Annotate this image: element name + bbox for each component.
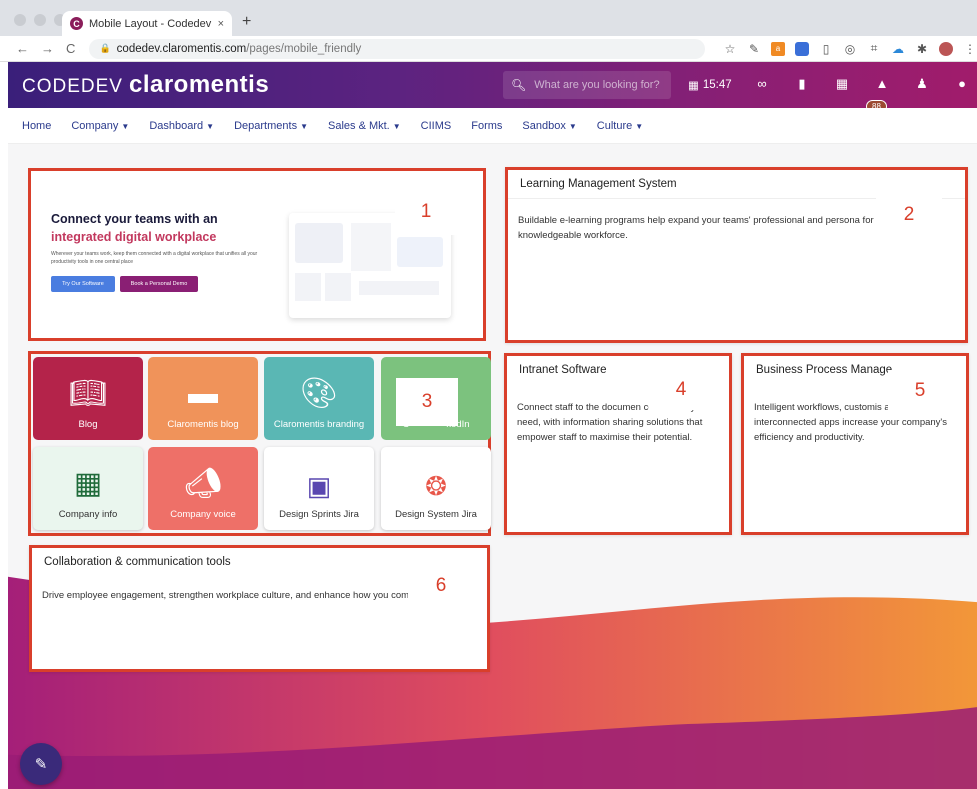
search-input[interactable] [534, 79, 665, 91]
intranet-card[interactable]: Intranet Software Connect staff to the d… [504, 353, 732, 535]
puzzle-icon[interactable]: ✱ [915, 42, 929, 56]
browser-tab[interactable]: C Mobile Layout - Codedev Claro × [62, 11, 232, 36]
menu-item-dashboard[interactable]: Dashboard ▼ [149, 120, 214, 132]
browser-tab-strip: C Mobile Layout - Codedev Claro × + [0, 0, 977, 36]
menu-item-culture[interactable]: Culture ▼ [597, 120, 643, 132]
star-icon[interactable]: ☆ [723, 42, 737, 56]
hero-heading: Connect your teams with an integrated dig… [51, 212, 218, 244]
annotation-number: 1 [395, 189, 457, 235]
quick-links-grid: 3 📖︎ Blog ▬ Claromentis blog 🎨︎ Claromentis b… [28, 351, 491, 536]
book-open-icon: 📖︎ [68, 377, 108, 410]
menu-item-sales-mkt[interactable]: Sales & Mkt. ▼ [328, 120, 401, 132]
menu-item-sandbox[interactable]: Sandbox ▼ [522, 120, 576, 132]
reload-button[interactable]: C [66, 41, 75, 56]
extension-mobile-icon[interactable]: ▯ [819, 42, 833, 56]
app-header: CODEDEVclaromentis 🔍︎ ▦ 15:47 ∞ ▮ ▦ ▲ ♟ … [8, 62, 977, 108]
user-avatar-icon[interactable]: ● [953, 76, 971, 92]
annotation-number: 3 [396, 378, 458, 426]
book-demo-button[interactable]: Book a Personal Demo [120, 276, 198, 292]
menu-item-company[interactable]: Company ▼ [71, 120, 129, 132]
bpm-card[interactable]: Business Process Manage Intelligent work… [741, 353, 969, 535]
tile-company-voice[interactable]: 📣︎ Company voice [148, 447, 258, 530]
bell-icon[interactable]: ▲ [873, 76, 891, 92]
new-tab-button[interactable]: + [242, 13, 251, 31]
url-field[interactable]: 🔒 codedev.claromentis.com/pages/mobile_f… [89, 38, 705, 59]
extension-icons: ☆ ✎ a ▯ ◎ ⌗ ☁ ✱ ⋮ [723, 41, 977, 56]
chevron-down-icon: ▼ [635, 121, 644, 131]
extension-orange-icon[interactable]: a [771, 41, 785, 56]
forward-button[interactable]: → [41, 41, 54, 56]
search-box[interactable]: 🔍︎ [503, 71, 671, 99]
tile-company-info[interactable]: ▦ Company info [33, 447, 143, 530]
megaphone-icon: 📣︎ [183, 467, 223, 500]
menu-item-forms[interactable]: Forms [471, 120, 502, 132]
palette-icon: 🎨︎ [299, 377, 339, 410]
calendar-icon: ▦ [688, 80, 699, 92]
clock[interactable]: ▦ 15:47 [688, 78, 732, 92]
annotation-number: 2 [876, 194, 942, 236]
tab-title: Mobile Layout - Codedev Claro [89, 17, 212, 30]
chevron-down-icon: ▼ [568, 121, 577, 131]
main-menu: Home Company ▼ Dashboard ▼ Departments ▼ Sales … [8, 108, 977, 144]
chevron-down-icon: ▼ [206, 121, 215, 131]
header-icons: ∞ ▮ ▦ ▲ ♟ ● [753, 76, 971, 92]
lock-icon: 🔒 [99, 43, 111, 53]
tab-close-icon[interactable]: × [218, 18, 224, 30]
try-software-button[interactable]: Try Our Software [51, 276, 115, 292]
tile-label: Company info [58, 509, 118, 520]
clock-time: 15:47 [702, 79, 732, 91]
tile-design-sprints-jira[interactable]: ▣ Design Sprints Jira [264, 447, 374, 530]
tile-blog[interactable]: 📖︎ Blog [33, 357, 143, 440]
menu-item-departments[interactable]: Departments ▼ [234, 120, 308, 132]
lms-card[interactable]: Learning Management System Buildable e-l… [505, 167, 968, 343]
menu-item-ciims[interactable]: CIIMS [421, 120, 452, 132]
people-icon[interactable]: ♟ [913, 76, 931, 92]
tile-label: Design System Jira [395, 509, 477, 520]
tile-label: Design Sprints Jira [279, 509, 359, 520]
claromentis-favicon-icon: C [70, 17, 83, 30]
site-logo[interactable]: CODEDEV claromentis [22, 71, 269, 99]
presentation-icon: ▣ [306, 471, 332, 501]
browser-menu-icon[interactable]: ⋮ [963, 42, 977, 56]
link-icon[interactable]: ∞ [753, 76, 771, 92]
apps-grid-icon[interactable]: ▦ [833, 76, 851, 92]
chevron-down-icon: ▼ [300, 121, 308, 131]
hero-body: Wherever your teams work, keep them conn… [51, 251, 258, 265]
collaboration-card[interactable]: Collaboration & communication tools Driv… [29, 545, 490, 672]
hero-banner: Connect your teams with an integrated dig… [28, 168, 486, 341]
extension-frame-icon[interactable]: ⌗ [867, 41, 881, 56]
address-bar-row: ← → C 🔒 codedev.claromentis.com/pages/mo… [0, 36, 977, 62]
annotation-number: 6 [408, 564, 474, 608]
url-path: /pages/mobile_friendly [246, 42, 362, 55]
pencil-icon: ✎ [34, 756, 48, 773]
window-controls[interactable] [14, 14, 66, 26]
tile-label: Claromentis blog [167, 419, 239, 430]
chevron-down-icon: ▼ [121, 121, 130, 131]
cloud-icon[interactable]: ☁ [891, 42, 905, 56]
edit-page-button[interactable]: ✎ [20, 743, 62, 785]
building-icon: ▦ [73, 467, 103, 500]
profile-avatar-icon[interactable] [939, 41, 953, 56]
tile-label: Company voice [170, 509, 236, 520]
book-icon: ▬ [188, 377, 218, 410]
page-content: Connect your teams with an integrated dig… [8, 144, 977, 789]
eyedropper-icon[interactable]: ✎ [747, 42, 761, 56]
extension-circle-icon[interactable]: ◎ [843, 42, 857, 56]
tile-design-system-jira[interactable]: ❂ Design System Jira [381, 447, 491, 530]
circles-icon: ❂ [425, 471, 447, 501]
url-host: codedev.claromentis.com [116, 42, 247, 55]
annotation-number: 4 [649, 370, 713, 410]
back-button[interactable]: ← [16, 41, 29, 56]
search-icon: 🔍︎ [511, 78, 527, 92]
tile-label: Blog [78, 419, 98, 430]
chevron-down-icon: ▼ [392, 121, 401, 131]
tile-claromentis-branding[interactable]: 🎨︎ Claromentis branding [264, 357, 374, 440]
bookmark-icon[interactable]: ▮ [793, 76, 811, 92]
tile-label: Claromentis branding [273, 419, 365, 430]
menu-item-home[interactable]: Home [22, 120, 51, 132]
tile-claromentis-blog[interactable]: ▬ Claromentis blog [148, 357, 258, 440]
extension-blue-icon[interactable] [795, 41, 809, 56]
annotation-number: 5 [888, 370, 952, 412]
